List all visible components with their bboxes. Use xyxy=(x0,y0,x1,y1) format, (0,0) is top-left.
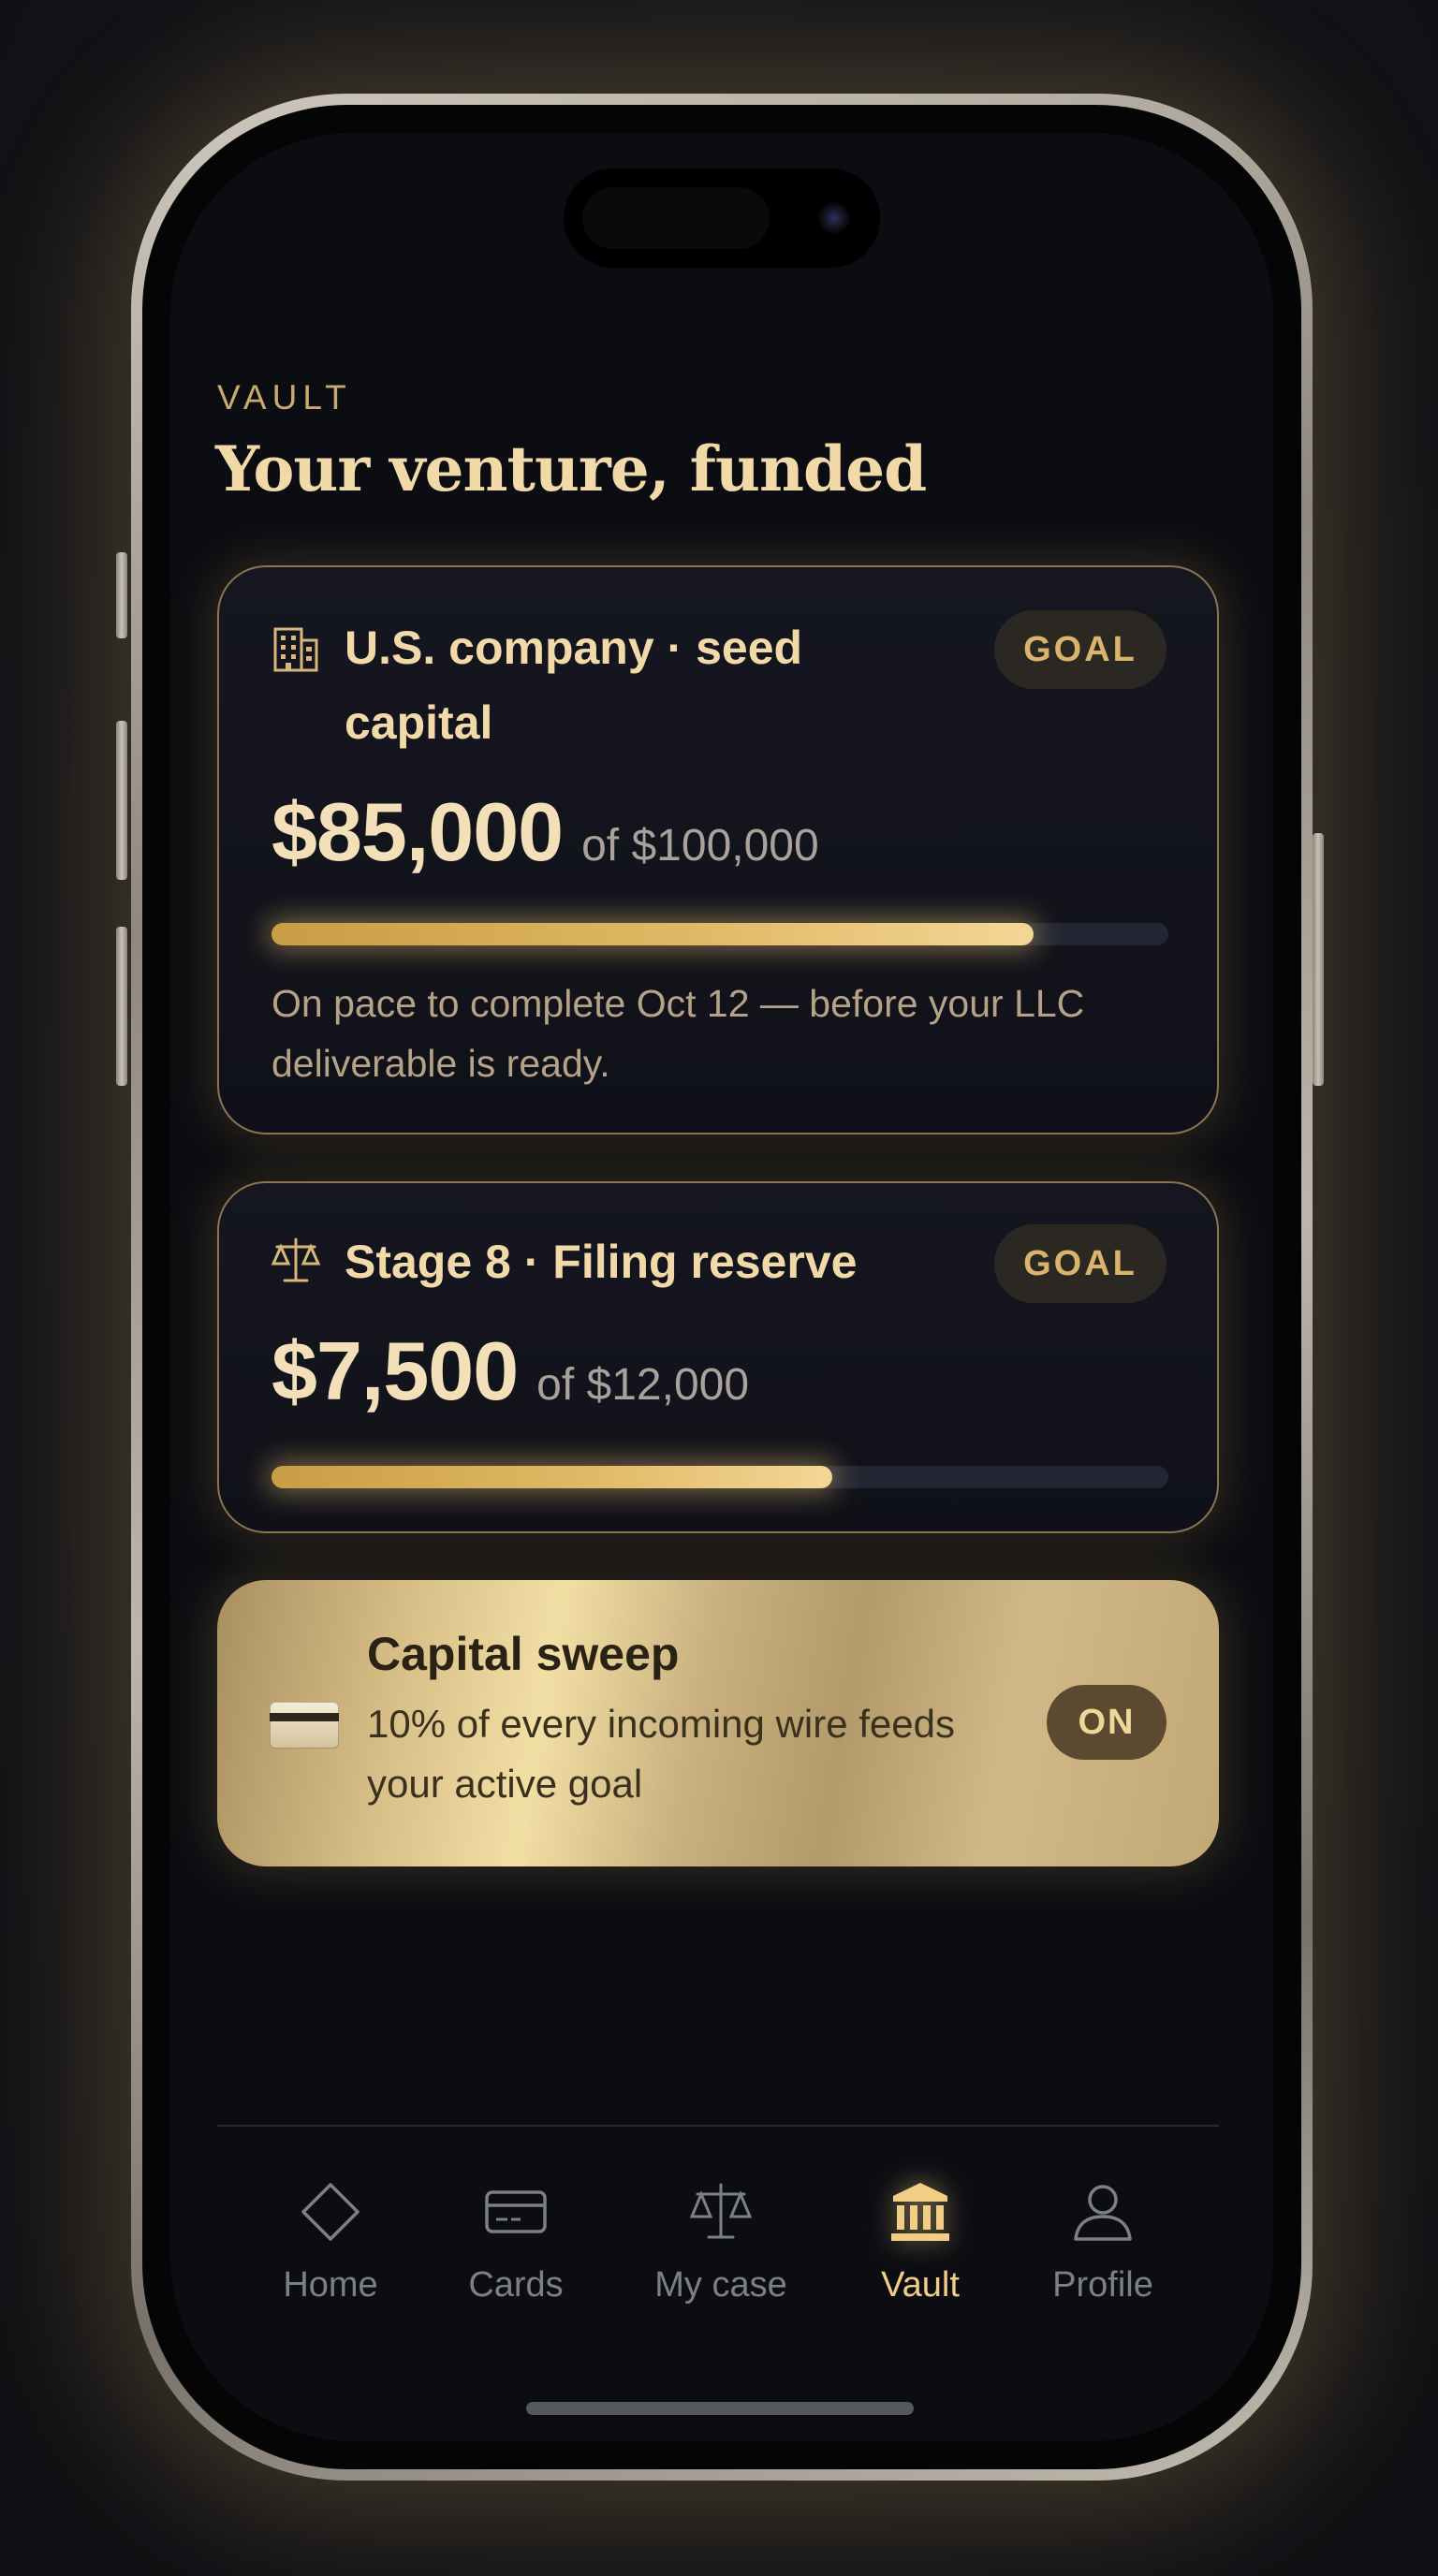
tab-label: Profile xyxy=(1052,2265,1153,2305)
tab-cards[interactable]: Cards xyxy=(422,2145,609,2305)
tab-label: Cards xyxy=(468,2265,564,2305)
tab-label: My case xyxy=(654,2265,787,2305)
front-camera xyxy=(818,202,850,234)
goal-target: of $12,000 xyxy=(536,1360,750,1410)
building-icon xyxy=(273,627,318,672)
tab-label: Home xyxy=(283,2265,378,2305)
goal-amount-row: $7,500 of $12,000 xyxy=(271,1324,749,1419)
goal-target: of $100,000 xyxy=(581,821,819,871)
goal-progress-track xyxy=(271,923,1168,945)
credit-card-icon xyxy=(270,1702,339,1749)
power-button xyxy=(1313,833,1324,1086)
tabbar-divider xyxy=(217,2125,1219,2127)
capital-sweep-card[interactable]: Capital sweep 10% of every incoming wire… xyxy=(217,1580,1219,1866)
scales-icon xyxy=(271,1237,321,1282)
action-button xyxy=(116,552,127,638)
volume-down-button xyxy=(116,927,127,1086)
goal-badge: GOAL xyxy=(994,610,1167,689)
volume-up-button xyxy=(116,721,127,880)
island-sensor xyxy=(582,187,770,249)
person-icon xyxy=(1074,2185,1132,2241)
scales-icon xyxy=(689,2183,753,2239)
dynamic-island xyxy=(564,168,880,268)
sweep-description: 10% of every incoming wire feeds your ac… xyxy=(367,1702,955,1806)
goal-title: U.S. company · seed capital xyxy=(345,622,803,749)
screen: VAULT Your venture, funded U.S. company … xyxy=(170,133,1273,2441)
bank-icon xyxy=(891,2183,949,2241)
goal-progress-fill xyxy=(271,923,1034,945)
goal-amount: $7,500 xyxy=(271,1325,519,1417)
tab-profile[interactable]: Profile xyxy=(1009,2145,1196,2305)
goal-progress-track xyxy=(271,1466,1168,1488)
goal-amount-row: $85,000 of $100,000 xyxy=(271,784,819,880)
tab-vault[interactable]: Vault xyxy=(827,2145,1014,2305)
tab-home[interactable]: Home xyxy=(237,2145,424,2305)
goal-progress-fill xyxy=(271,1466,832,1488)
goal-badge: GOAL xyxy=(994,1224,1167,1303)
diamond-icon xyxy=(301,2183,360,2241)
tab-label: Vault xyxy=(881,2265,960,2305)
tab-bar: Home Cards My case Vault Profile xyxy=(170,2145,1273,2351)
goal-note: On pace to complete Oct 12 — before your… xyxy=(271,982,1085,1085)
sweep-toggle[interactable]: ON xyxy=(1047,1685,1167,1760)
home-indicator xyxy=(526,2402,914,2415)
section-eyebrow: VAULT xyxy=(217,378,352,417)
goal-card-filing-reserve[interactable]: Stage 8 · Filing reserve GOAL $7,500 of … xyxy=(217,1181,1219,1533)
page-title: Your venture, funded xyxy=(215,432,927,505)
tab-my-case[interactable]: My case xyxy=(627,2145,814,2305)
sweep-title: Capital sweep xyxy=(367,1628,680,1680)
goal-amount: $85,000 xyxy=(271,785,564,878)
goal-title: Stage 8 · Filing reserve xyxy=(345,1236,858,1288)
card-icon xyxy=(485,2190,547,2233)
goal-card-seed-capital[interactable]: U.S. company · seed capital GOAL $85,000… xyxy=(217,565,1219,1134)
